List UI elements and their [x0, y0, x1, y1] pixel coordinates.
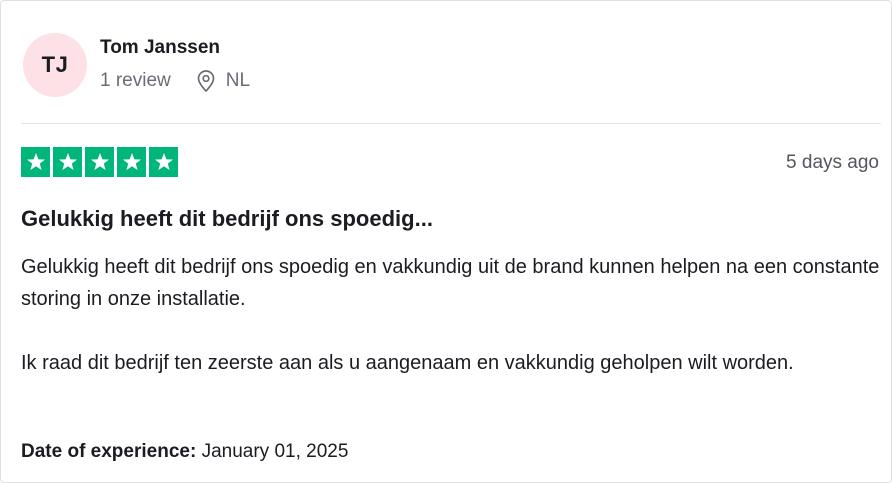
review-date: 5 days ago: [786, 152, 879, 173]
star-rating: [21, 147, 178, 177]
date-of-experience: Date of experience: January 01, 2025: [21, 440, 348, 464]
review-body: Gelukkig heeft dit bedrijf ons spoedig e…: [21, 251, 881, 379]
star-icon: [21, 147, 50, 177]
map-pin-icon: [195, 69, 217, 93]
experience-label: Date of experience:: [21, 441, 197, 462]
divider: [21, 123, 881, 124]
star-icon: [85, 147, 114, 177]
reviewer-meta: 1 review NL: [100, 69, 250, 93]
reviewer-name[interactable]: Tom Janssen: [100, 37, 220, 59]
review-paragraph: Gelukkig heeft dit bedrijf ons spoedig e…: [21, 256, 880, 310]
avatar[interactable]: TJ: [23, 33, 87, 97]
star-icon: [117, 147, 146, 177]
experience-date: January 01, 2025: [201, 441, 349, 462]
avatar-initials: TJ: [41, 52, 69, 77]
review-card: TJ Tom Janssen 1 review NL 5 days ago Ge…: [0, 0, 892, 483]
star-icon: [149, 147, 178, 177]
review-count: 1 review: [100, 70, 171, 91]
review-paragraph: Ik raad dit bedrijf ten zeerste aan als …: [21, 352, 794, 374]
star-icon: [53, 147, 82, 177]
review-title[interactable]: Gelukkig heeft dit bedrijf ons spoedig..…: [21, 205, 433, 233]
reviewer-location: NL: [225, 70, 251, 91]
